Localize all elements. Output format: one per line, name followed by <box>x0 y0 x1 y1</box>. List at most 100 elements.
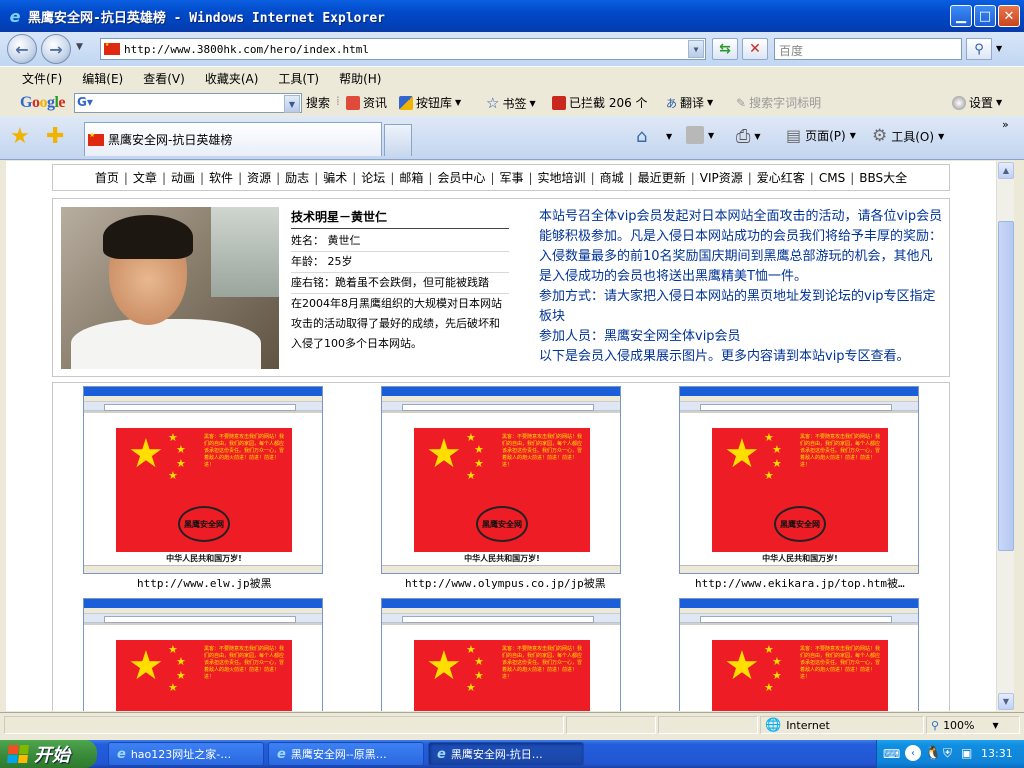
add-favorite-icon[interactable]: ✚ <box>46 124 64 149</box>
minimize-button[interactable]: ▁ <box>950 5 972 27</box>
nav-link[interactable]: CMS <box>819 171 845 185</box>
gallery-item[interactable]: ★ ★ ★ ★ ★ 黑客：不要随意攻击我们的网站！我们的自由，我们的家园，每个人都应该承担… <box>381 598 621 711</box>
address-dropdown-icon[interactable]: ▼ <box>688 40 704 58</box>
new-tab-button[interactable] <box>384 124 412 156</box>
tab-current[interactable]: 黑鹰安全网-抗日英雄榜 <box>84 122 382 156</box>
security-zone[interactable]: 🌐 Internet <box>760 716 924 734</box>
nav-link[interactable]: 论坛 <box>361 169 385 186</box>
nav-link[interactable]: 军事 <box>499 169 523 186</box>
gallery-caption[interactable]: http://www.olympus.co.jp/jp被黑 <box>405 575 705 591</box>
refresh-button[interactable]: ⇆ <box>712 38 738 60</box>
feeds-button[interactable]: ▼ <box>686 126 714 144</box>
menu-edit[interactable]: 编辑(E) <box>82 70 123 87</box>
menu-tools[interactable]: 工具(T) <box>278 70 319 87</box>
flag-caption: 中华人民共和国万岁! <box>464 554 540 563</box>
taskbar-item[interactable]: e hao123网址之家-… <box>108 742 264 766</box>
nav-link[interactable]: 最近更新 <box>638 169 686 186</box>
nav-link[interactable]: BBS大全 <box>859 169 907 186</box>
address-bar[interactable]: http://www.3800hk.com/hero/index.html ▼ <box>100 38 706 60</box>
keyboard-icon[interactable]: ⌨ <box>883 747 900 761</box>
history-dropdown-icon[interactable]: ▼ <box>76 42 83 52</box>
nav-link[interactable]: 励志 <box>285 169 309 186</box>
search-icon[interactable]: ⚲ <box>966 38 992 60</box>
clock[interactable]: 13:31 <box>981 747 1013 760</box>
zone-label: Internet <box>786 718 830 732</box>
print-button[interactable]: ⎙ ▼ <box>736 126 761 147</box>
gear-icon: ⚙ <box>872 126 888 146</box>
search-options-icon[interactable]: ▼ <box>996 44 1002 53</box>
nav-link[interactable]: VIP资源 <box>700 169 743 186</box>
translate-button[interactable]: あ翻译 ▼ <box>666 94 713 111</box>
back-button[interactable]: ← <box>7 34 37 64</box>
title-bar[interactable]: e 黑鹰安全网-抗日英雄榜 - Windows Internet Explore… <box>0 0 1024 32</box>
nav-link[interactable]: 动画 <box>171 169 195 186</box>
close-button[interactable]: ✕ <box>998 5 1020 27</box>
gallery-item[interactable]: ★ ★ ★ ★ ★ 黑客：不要随意攻击我们的网站！我们的自由，我们的家园，每个人都应该承担… <box>83 598 323 711</box>
nav-link[interactable]: 实地培训 <box>538 169 586 186</box>
zoom-control[interactable]: ⚲ 100% ▼ <box>926 716 1020 734</box>
nav-link[interactable]: 骗术 <box>323 169 347 186</box>
scrollbar-thumb[interactable] <box>998 221 1014 551</box>
profile-heading: 技术明星－黄世仁 <box>291 207 509 229</box>
security-icon[interactable]: ⛨ <box>943 746 952 761</box>
gallery-item[interactable]: ★ ★ ★ ★ ★ 黑客：不要随意攻击我们的网站！我们的自由，我们的家园，每个人都应该承担… <box>679 598 919 711</box>
vertical-scrollbar[interactable]: ▲ ▼ <box>996 161 1014 711</box>
defaced-site-screenshot[interactable]: ★ ★ ★ ★ ★ 黑客：不要随意攻击我们的网站！我们的自由，我们的家园，每个人都应该承担… <box>83 598 323 711</box>
show-hidden-icons-icon[interactable]: ‹ <box>905 745 921 761</box>
taskbar-item[interactable]: e 黑鹰安全网--原黑… <box>268 742 424 766</box>
printer-icon: ⎙ <box>736 126 751 147</box>
nav-link[interactable]: 会员中心 <box>437 169 485 186</box>
nav-link[interactable]: 首页 <box>95 169 119 186</box>
qq-icon[interactable]: 🐧 <box>925 746 941 761</box>
start-button[interactable]: 开始 <box>0 740 97 768</box>
defaced-site-screenshot[interactable]: ★ ★ ★ ★ ★ 黑客：不要随意攻击我们的网站！我们的自由，我们的家园，每个人都应该承担… <box>679 386 919 574</box>
scroll-down-icon[interactable]: ▼ <box>998 693 1014 710</box>
news-button[interactable]: 资讯 <box>346 94 387 111</box>
home-icon[interactable]: ⌂ <box>636 126 647 147</box>
button-gallery-button[interactable]: 按钮库 ▼ <box>399 94 461 111</box>
menu-view[interactable]: 查看(V) <box>143 70 185 87</box>
profile-name: 姓名： 黄世仁 <box>291 231 509 252</box>
defaced-site-screenshot[interactable]: ★ ★ ★ ★ ★ 黑客：不要随意攻击我们的网站！我们的自由，我们的家园，每个人都应该承担… <box>381 386 621 574</box>
maximize-button[interactable]: □ <box>974 5 996 27</box>
favorites-star-icon[interactable]: ★ <box>10 124 30 149</box>
taskbar-item-label: 黑鹰安全网--原黑… <box>290 748 387 761</box>
nav-link[interactable]: 软件 <box>209 169 233 186</box>
google-search-dropdown-icon[interactable]: ▼ <box>284 95 300 113</box>
gallery-item[interactable]: ★ ★ ★ ★ ★ 黑客：不要随意攻击我们的网站！我们的自由，我们的家园，每个人都应该承担… <box>679 386 919 590</box>
network-icon[interactable]: ▣ <box>961 746 972 760</box>
defaced-site-screenshot[interactable]: ★ ★ ★ ★ ★ 黑客：不要随意攻击我们的网站！我们的自由，我们的家园，每个人都应该承担… <box>381 598 621 711</box>
menu-file[interactable]: 文件(F) <box>22 70 62 87</box>
tools-menu-button[interactable]: ⚙ 工具(O) ▼ <box>872 126 944 146</box>
scroll-up-icon[interactable]: ▲ <box>998 162 1014 179</box>
nav-link[interactable]: 资源 <box>247 169 271 186</box>
toolbar-overflow-icon[interactable]: » <box>1002 118 1009 131</box>
nav-link[interactable]: 文章 <box>133 169 157 186</box>
forward-button[interactable]: → <box>41 34 71 64</box>
nav-separator: | <box>390 170 395 185</box>
stop-button[interactable]: ✕ <box>742 38 768 60</box>
highlight-button[interactable]: ✎ 搜索字词标明 <box>736 94 821 111</box>
defaced-site-screenshot[interactable]: ★ ★ ★ ★ ★ 黑客：不要随意攻击我们的网站！我们的自由，我们的家园，每个人都应该承担… <box>83 386 323 574</box>
popup-blocker-button[interactable]: 已拦截 206 个 <box>552 94 648 111</box>
taskbar-item-active[interactable]: e 黑鹰安全网-抗日… <box>428 742 584 766</box>
gallery-item[interactable]: ★ ★ ★ ★ ★ 黑客：不要随意攻击我们的网站！我们的自由，我们的家园，每个人都应该承担… <box>83 386 323 590</box>
menu-help[interactable]: 帮助(H) <box>339 70 381 87</box>
defaced-site-screenshot[interactable]: ★ ★ ★ ★ ★ 黑客：不要随意攻击我们的网站！我们的自由，我们的家园，每个人都应该承担… <box>679 598 919 711</box>
zoom-dropdown-icon[interactable]: ▼ <box>993 721 999 730</box>
bookmarks-button[interactable]: ☆ 书签 ▼ <box>486 94 536 112</box>
page-menu-button[interactable]: ▤ 页面(P) ▼ <box>786 126 856 145</box>
nav-link[interactable]: 爱心红客 <box>757 169 805 186</box>
address-url: http://www.3800hk.com/hero/index.html <box>124 42 370 56</box>
settings-button[interactable]: 设置 ▼ <box>952 94 1002 111</box>
google-search-input[interactable]: G▾ ▼ <box>74 93 302 113</box>
nav-link[interactable]: 商城 <box>600 169 624 186</box>
google-search-button[interactable]: 搜索 <box>306 94 330 111</box>
nav-link[interactable]: 邮箱 <box>399 169 423 186</box>
gallery-item[interactable]: ★ ★ ★ ★ ★ 黑客：不要随意攻击我们的网站！我们的自由，我们的家园，每个人都应该承担… <box>381 386 621 590</box>
taskbar-item-label: 黑鹰安全网-抗日… <box>450 748 543 761</box>
gallery-caption[interactable]: http://www.ekikara.jp/top.htm被… <box>695 575 995 591</box>
menu-favorites[interactable]: 收藏夹(A) <box>205 70 259 87</box>
search-input[interactable]: 百度 <box>774 38 962 60</box>
home-dropdown-icon[interactable]: ▼ <box>666 132 672 141</box>
